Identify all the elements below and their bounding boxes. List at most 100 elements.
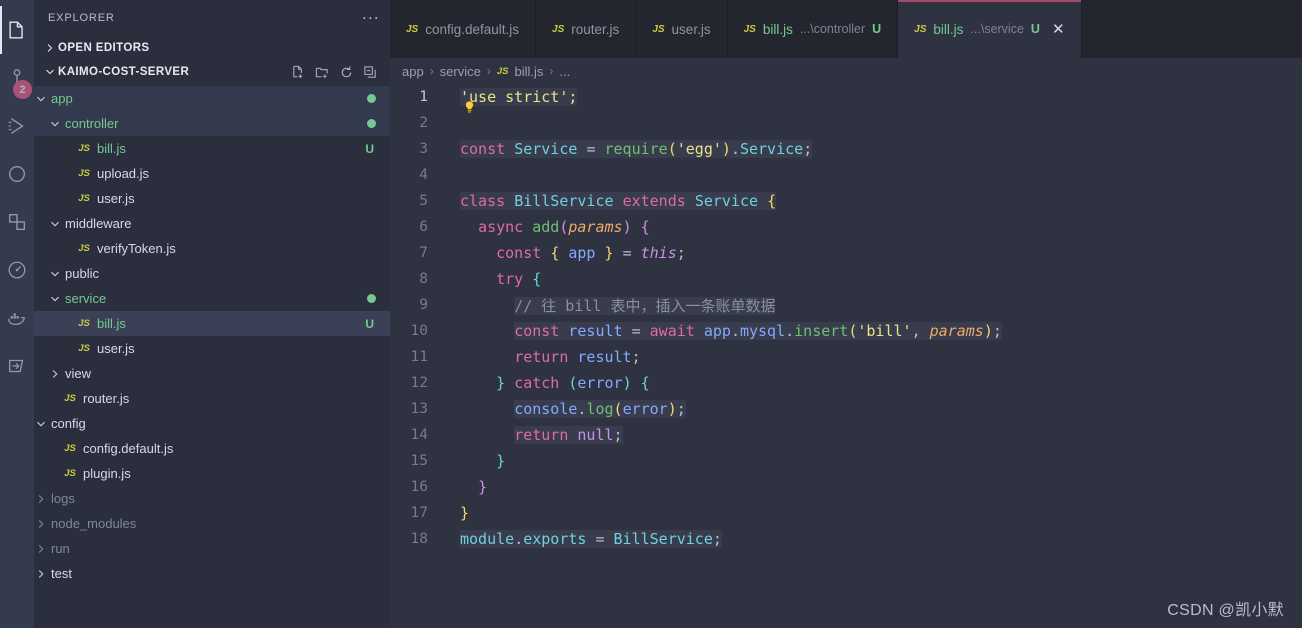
code-line[interactable]: 6 async add(params) { [390, 214, 1302, 240]
code-line[interactable]: 16 } [390, 474, 1302, 500]
tree-file-plugin-js[interactable]: JS plugin.js [34, 461, 390, 486]
tree-folder-test[interactable]: test [34, 561, 390, 586]
tab-label: config.default.js [425, 21, 520, 37]
code-line[interactable]: 10 const result = await app.mysql.insert… [390, 318, 1302, 344]
tree-file-bill-js[interactable]: JS bill.js U [34, 136, 390, 161]
remote-explorer-icon[interactable] [0, 342, 34, 390]
section-open-editors[interactable]: OPEN EDITORS [34, 36, 390, 60]
lightbulb-quickfix-icon[interactable] [462, 100, 477, 115]
code-token: 'egg' [676, 140, 722, 158]
code-line[interactable]: 2 [390, 110, 1302, 136]
tree-folder-controller[interactable]: controller [34, 111, 390, 136]
code-token: } [604, 244, 614, 262]
code-token: ) [667, 400, 677, 418]
breadcrumb-item[interactable]: app [402, 64, 424, 79]
vscode-window: 2 EXPLORER ... OPEN EDITORS KAIMO-COST-S… [0, 0, 1302, 628]
code-line[interactable]: 1 'use strict'; [390, 84, 1302, 110]
breadcrumb-item[interactable]: service [440, 64, 481, 79]
new-file-icon[interactable] [291, 65, 306, 80]
code-line[interactable]: 5 class BillService extends Service { [390, 188, 1302, 214]
section-workspace[interactable]: KAIMO-COST-SERVER [34, 60, 390, 84]
git-status-badge: U [365, 316, 374, 331]
editor-tab-config-default-js[interactable]: JS config.default.js [390, 0, 537, 58]
tree-file-bill-js[interactable]: JS bill.js U [34, 311, 390, 336]
code-line[interactable]: 15 } [390, 448, 1302, 474]
code-token [505, 140, 515, 158]
line-content: } [442, 452, 505, 470]
chevron-down-icon [42, 67, 58, 77]
chevron-right-icon [42, 43, 58, 53]
tree-folder-service[interactable]: service [34, 286, 390, 311]
code-line[interactable]: 12 } catch (error) { [390, 370, 1302, 396]
js-file-icon: JS [552, 23, 565, 35]
tree-folder-public[interactable]: public [34, 261, 390, 286]
explorer-icon[interactable] [0, 6, 34, 54]
code-line[interactable]: 3 const Service = require('egg').Service; [390, 136, 1302, 162]
tree-folder-config[interactable]: config [34, 411, 390, 436]
docker-icon[interactable] [0, 294, 34, 342]
code-token: ; [803, 140, 813, 158]
code-line[interactable]: 8 try { [390, 266, 1302, 292]
code-token: console [514, 400, 578, 418]
code-token: error [577, 374, 623, 392]
tab-label: bill.js [762, 21, 793, 37]
editor-tab-bill-js-controller[interactable]: JS bill.js ...\controller U [728, 0, 899, 58]
editor-tab-bill-js-service[interactable]: JS bill.js ...\service U ✕ [898, 0, 1082, 58]
code-line[interactable]: 18 module.exports = BillService; [390, 526, 1302, 552]
tree-folder-app[interactable]: app [34, 86, 390, 111]
tree-folder-middleware[interactable]: middleware [34, 211, 390, 236]
code-line[interactable]: 9 // 往 bill 表中，插入一条账单数据 [390, 292, 1302, 318]
breadcrumb-item[interactable]: bill.js [515, 64, 544, 79]
refresh-icon[interactable] [339, 65, 354, 80]
source-control-icon[interactable]: 2 [0, 54, 34, 102]
git-status-dot [367, 119, 376, 128]
code-token: extends [622, 192, 686, 210]
new-folder-icon[interactable] [315, 65, 330, 80]
tree-file-config-default-js[interactable]: JS config.default.js [34, 436, 390, 461]
editor-tab-router-js[interactable]: JS router.js [536, 0, 637, 58]
line-content: } [442, 478, 487, 496]
run-debug-icon[interactable] [0, 102, 34, 150]
watermark-text: CSDN @凯小默 [1167, 602, 1284, 619]
code-token: exports [523, 530, 587, 548]
tree-file-user-js[interactable]: JS user.js [34, 336, 390, 361]
sidebar-overflow-icon[interactable]: ... [362, 7, 380, 25]
search-icon[interactable] [0, 150, 34, 198]
code-token: 'bill' [857, 322, 912, 340]
code-token: app [703, 322, 731, 340]
code-token: await [649, 322, 695, 340]
git-status-badge: U [365, 141, 374, 156]
js-file-icon: JS [78, 143, 90, 154]
line-content: try { [442, 270, 541, 288]
code-editor[interactable]: 1'use strict'; 2 3 const Service = require(… [390, 84, 1302, 552]
breadcrumb-item[interactable]: ... [559, 64, 570, 79]
tree-folder-node_modules[interactable]: node_modules [34, 511, 390, 536]
code-token [505, 192, 515, 210]
js-file-icon: JS [78, 318, 90, 329]
code-token: ; [676, 244, 686, 262]
collapse-all-icon[interactable] [363, 65, 378, 80]
testing-icon[interactable] [0, 246, 34, 294]
extensions-icon[interactable] [0, 198, 34, 246]
tree-folder-run[interactable]: run [34, 536, 390, 561]
code-line[interactable]: 11 return result; [390, 344, 1302, 370]
code-token: 'use strict'; [460, 88, 578, 106]
tree-file-upload-js[interactable]: JS upload.js [34, 161, 390, 186]
tree-file-router-js[interactable]: JS router.js [34, 386, 390, 411]
editor-tab-user-js[interactable]: JS user.js [636, 0, 728, 58]
tree-file-user-js[interactable]: JS user.js [34, 186, 390, 211]
code-line[interactable]: 7 const { app } = this; [390, 240, 1302, 266]
tree-folder-logs[interactable]: logs [34, 486, 390, 511]
code-token: module [460, 530, 515, 548]
code-token: ) [721, 140, 731, 158]
tree-file-verifytoken-js[interactable]: JS verifyToken.js [34, 236, 390, 261]
code-line[interactable]: 4 [390, 162, 1302, 188]
code-token: // 往 bill 表中，插入一条账单数据 [514, 296, 776, 315]
code-line[interactable]: 13 console.log(error); [390, 396, 1302, 422]
code-line[interactable]: 14 return null; [390, 422, 1302, 448]
code-line[interactable]: 17} [390, 500, 1302, 526]
close-icon[interactable]: ✕ [1052, 22, 1065, 37]
tree-folder-view[interactable]: view [34, 361, 390, 386]
